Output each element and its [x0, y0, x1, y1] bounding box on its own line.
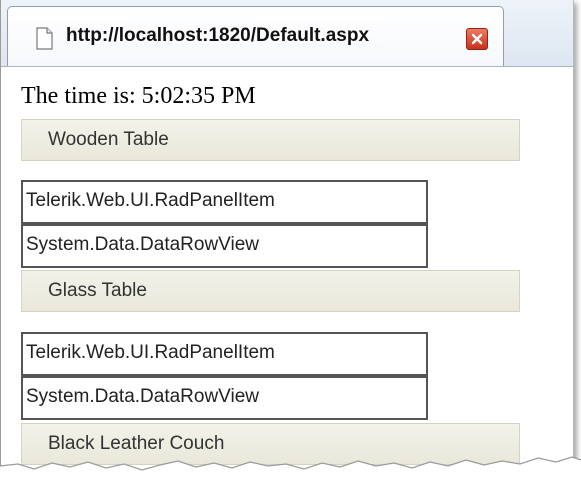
- page-icon: [36, 27, 53, 50]
- time-label: The time is: 5:02:35 PM: [21, 83, 256, 109]
- browser-window: http://localhost:1820/Default.aspx The t…: [0, 0, 574, 470]
- panel-item[interactable]: Telerik.Web.UI.RadPanelItem: [21, 332, 428, 376]
- panel-item[interactable]: System.Data.DataRowView: [21, 376, 428, 420]
- panel-header-glass-table[interactable]: Glass Table: [21, 270, 520, 312]
- tab-strip: http://localhost:1820/Default.aspx: [1, 0, 573, 67]
- panel-header-wooden-table[interactable]: Wooden Table: [21, 119, 520, 161]
- panel-item[interactable]: System.Data.DataRowView: [21, 224, 428, 268]
- tab-title: http://localhost:1820/Default.aspx: [66, 25, 370, 46]
- panel-item[interactable]: Telerik.Web.UI.RadPanelItem: [21, 180, 428, 224]
- torn-edge: [0, 456, 581, 482]
- close-icon[interactable]: [466, 28, 488, 50]
- browser-tab[interactable]: http://localhost:1820/Default.aspx: [7, 6, 504, 66]
